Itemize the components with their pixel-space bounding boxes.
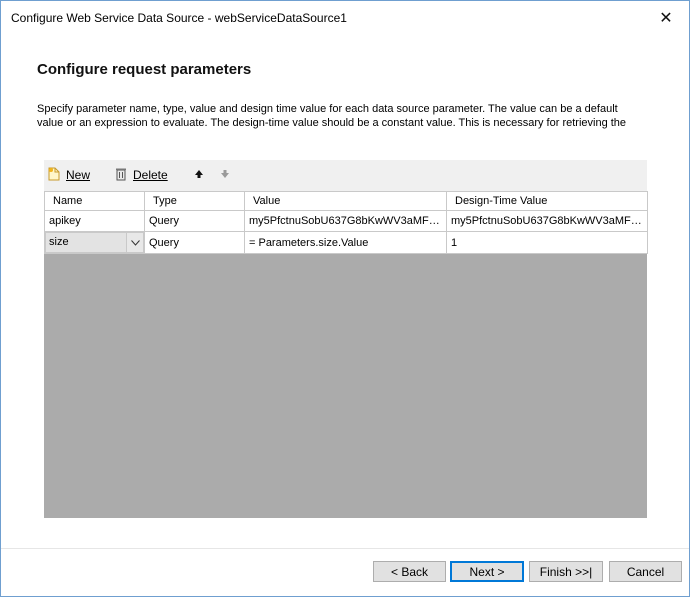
next-button[interactable]: Next > [450,561,524,582]
new-button[interactable]: New [48,166,90,184]
description-line-1: Specify parameter name, type, value and … [37,103,618,115]
arrow-up-icon [194,168,204,182]
close-button[interactable]: ✕ [643,1,689,35]
new-button-label: New [66,168,91,182]
name-combo-value: size [49,236,69,248]
parameters-toolbar: New Delete [44,160,647,192]
design-time-value-cell[interactable]: my5PfctnuSobU637G8bKwWV3aMFUkBH [446,210,648,232]
type-cell[interactable]: Query [144,210,245,232]
move-down-button[interactable] [220,166,230,184]
move-up-button[interactable] [194,166,204,184]
close-icon: ✕ [659,10,673,27]
column-header-name[interactable]: Name [44,191,145,211]
finish-button[interactable]: Finish >>| [529,561,603,582]
table-row: apikey Query my5PfctnuSobU637G8bKwWV3aMF… [44,210,648,232]
page-title: Configure request parameters [37,61,252,78]
new-document-icon [48,167,60,184]
arrow-down-icon [220,168,230,182]
delete-button[interactable]: Delete [115,166,168,184]
table-row: size Query = Parameters.size.Value 1 [44,231,648,254]
name-cell[interactable]: apikey [44,210,145,232]
chevron-down-icon[interactable] [126,233,143,252]
value-cell[interactable]: = Parameters.size.Value [244,231,447,254]
parameters-grid: Name Type Value Design-Time Value apikey… [44,191,648,518]
window-title: Configure Web Service Data Source - webS… [11,11,347,25]
column-header-design-time-value[interactable]: Design-Time Value [446,191,648,211]
type-cell[interactable]: Query [144,231,245,254]
description-line-2: value or an expression to evaluate. The … [37,117,627,129]
footer-divider [1,548,689,549]
back-button[interactable]: < Back [373,561,446,582]
delete-button-label: Delete [133,168,168,182]
parameters-table: Name Type Value Design-Time Value apikey… [44,191,648,254]
design-time-value-cell[interactable]: 1 [446,231,648,254]
name-combo-box[interactable]: size [45,232,144,253]
name-cell[interactable]: size [44,231,145,254]
title-bar: Configure Web Service Data Source - webS… [1,1,689,35]
page-description: Specify parameter name, type, value and … [37,102,665,130]
header-row: Name Type Value Design-Time Value [44,191,648,211]
column-header-type[interactable]: Type [144,191,245,211]
trash-icon [115,167,127,184]
cancel-button[interactable]: Cancel [609,561,682,582]
dialog-window: Configure Web Service Data Source - webS… [0,0,690,597]
value-cell[interactable]: my5PfctnuSobU637G8bKwWV3aMFUkBH [244,210,447,232]
column-header-value[interactable]: Value [244,191,447,211]
